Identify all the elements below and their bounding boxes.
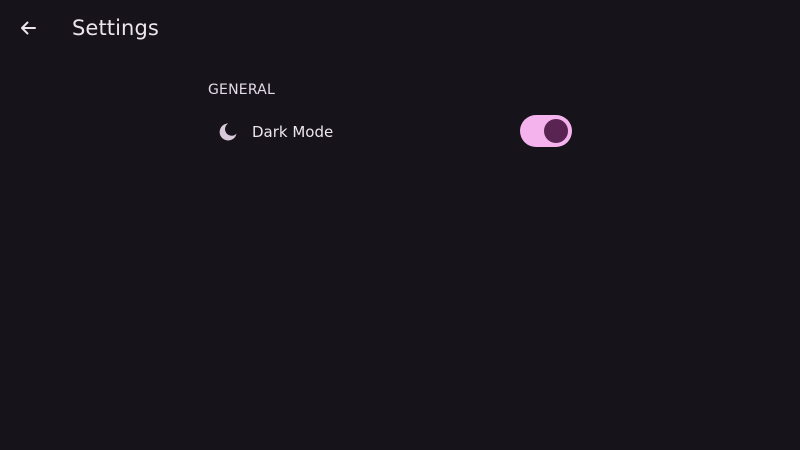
toggle-thumb[interactable] xyxy=(544,119,568,143)
setting-row-dark-mode[interactable]: Dark Mode xyxy=(208,112,580,152)
settings-screen: Settings GENERAL Dark Mode xyxy=(0,0,800,450)
setting-label-dark-mode: Dark Mode xyxy=(252,123,334,141)
page-title: Settings xyxy=(72,16,159,40)
moon-icon xyxy=(218,122,238,142)
back-button[interactable] xyxy=(12,12,44,44)
section-header-general: GENERAL xyxy=(208,82,275,98)
arrow-left-icon xyxy=(21,21,36,35)
top-app-bar: Settings xyxy=(0,0,800,56)
dark-mode-toggle[interactable] xyxy=(520,115,572,147)
